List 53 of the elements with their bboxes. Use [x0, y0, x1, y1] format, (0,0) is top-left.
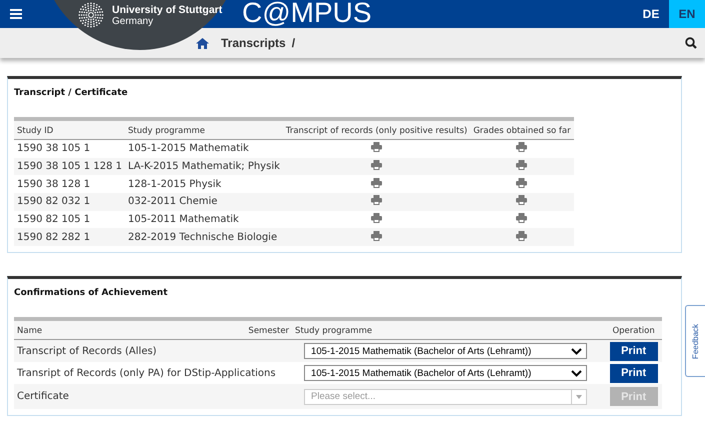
table-cell: Transcript of Records (Alles) — [14, 340, 292, 362]
printer-icon[interactable] — [371, 195, 382, 206]
menu-icon — [10, 9, 22, 19]
chevron-down-icon — [571, 370, 582, 377]
printer-icon[interactable] — [371, 160, 382, 170]
search-button[interactable] — [685, 37, 697, 49]
column-header: Study programme — [124, 119, 283, 140]
printer-icon[interactable] — [371, 142, 382, 152]
column-header: Operation — [605, 319, 662, 340]
panel-title: Confirmations of Achievement — [14, 288, 169, 298]
printer-icon[interactable] — [371, 178, 382, 188]
table-cell: 282-2019 Technische Biologie — [124, 228, 283, 246]
university-country: Germany — [112, 16, 154, 26]
caret-icon — [576, 394, 582, 399]
panel-title: Transcript / Certificate — [14, 88, 129, 98]
table-cell: Certificate — [14, 384, 292, 410]
language-button[interactable]: DE — [633, 0, 669, 28]
table-cell: 1590 82 105 1 — [14, 210, 125, 228]
table-cell: 1590 82 282 1 — [14, 228, 125, 246]
table-cell: 1590 38 105 1 128 1 — [14, 158, 125, 176]
table-cell: Transript of Records (only PA) for DStip-Applications — [14, 362, 292, 384]
printer-icon[interactable] — [516, 230, 528, 241]
language-button[interactable]: EN — [669, 0, 705, 28]
printer-icon[interactable] — [516, 195, 528, 206]
app-title: C@MPUS — [242, 0, 372, 29]
search-icon — [685, 37, 697, 49]
programme-select[interactable]: 105-1-2015 Mathematik (Bachelor of Arts (Lehramt)) — [304, 343, 588, 360]
printer-icon[interactable] — [516, 213, 528, 224]
column-header: Grades obtained so far — [470, 119, 574, 140]
printer-icon[interactable] — [516, 178, 528, 188]
printer-icon[interactable] — [371, 230, 382, 241]
dotted-circle-logo-icon — [78, 2, 104, 28]
column-header: Name — [14, 319, 126, 340]
feedback-tab[interactable]: Feedback — [685, 305, 705, 377]
column-header: Semester — [125, 319, 292, 340]
table-cell: 105-2011 Mathematik — [124, 210, 283, 228]
printer-icon[interactable] — [516, 160, 528, 170]
table-cell: 1590 82 032 1 — [14, 193, 125, 211]
breadcrumb-text: / — [292, 36, 296, 50]
chevron-down-icon — [571, 348, 582, 355]
column-header: Study ID — [14, 119, 125, 140]
print-button[interactable]: Print — [610, 342, 658, 361]
table-cell: LA-K-2015 Mathematik; Physik — [124, 158, 283, 176]
breadcrumb-text[interactable]: Transcripts — [221, 36, 286, 50]
printer-icon[interactable] — [371, 213, 382, 224]
programme-select[interactable]: 105-1-2015 Mathematik (Bachelor of Arts (Lehramt)) — [304, 365, 588, 382]
printer-icon[interactable] — [516, 142, 528, 152]
table-cell: 032-2011 Chemie — [124, 193, 283, 211]
column-header: Study programme — [292, 319, 606, 340]
home-icon[interactable] — [196, 38, 209, 48]
university-name: University of Stuttgart — [112, 4, 222, 16]
column-header: Transcript of records (only positive results) — [282, 119, 470, 140]
print-button[interactable]: Print — [610, 364, 658, 383]
